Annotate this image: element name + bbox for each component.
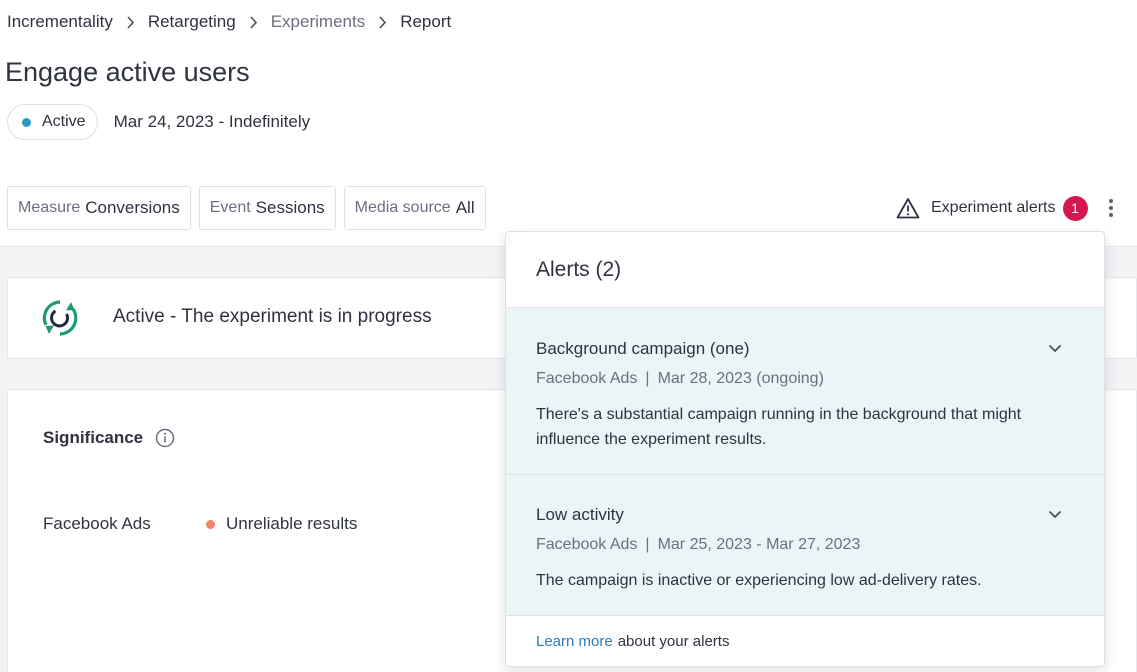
filter-key: Measure xyxy=(18,199,81,216)
status-state: Active - xyxy=(113,306,177,327)
chevron-right-icon xyxy=(249,15,258,29)
filter-key: Event xyxy=(209,199,251,216)
alerts-panel: Alerts (2) Background campaign (one) Fac… xyxy=(505,231,1105,667)
alert-date: Mar 28, 2023 (ongoing) xyxy=(657,370,824,387)
alerts-panel-footer: Learn more about your alerts xyxy=(506,616,1104,666)
breadcrumb-retargeting[interactable]: Retargeting xyxy=(148,12,236,32)
alert-title: Low activity xyxy=(536,505,624,524)
alerts-label: Experiment alerts xyxy=(931,199,1056,216)
more-options-icon[interactable] xyxy=(1102,196,1120,220)
significance-label: Significance xyxy=(43,428,144,447)
breadcrumb: Incrementality Retargeting Experiments R… xyxy=(7,10,451,34)
footer-text: about your alerts xyxy=(617,632,730,650)
chevron-right-icon xyxy=(378,15,387,29)
alert-item[interactable]: Background campaign (one) Facebook Ads | M… xyxy=(506,308,1104,475)
significance-source: Facebook Ads xyxy=(43,514,151,533)
experiment-alerts-button[interactable]: Experiment alerts 1 xyxy=(896,194,1088,222)
alert-title: Background campaign (one) xyxy=(536,339,750,358)
experiment-status-text: Active - The experiment is in progress xyxy=(113,306,432,328)
chevron-down-icon[interactable] xyxy=(1048,510,1062,519)
status-label: Active xyxy=(42,113,86,130)
chevron-down-icon[interactable] xyxy=(1048,344,1062,353)
filter-value: All xyxy=(455,198,475,217)
status-row: Active Mar 24, 2023 - Indefinitely xyxy=(7,104,310,140)
result-dot xyxy=(206,519,215,529)
alert-meta: Facebook Ads | Mar 25, 2023 - Mar 27, 2023 xyxy=(536,536,861,553)
status-badge: Active xyxy=(7,104,98,140)
alert-date: Mar 25, 2023 - Mar 27, 2023 xyxy=(657,536,861,553)
breadcrumb-incrementality[interactable]: Incrementality xyxy=(7,12,113,32)
date-range: Mar 24, 2023 - Indefinitely xyxy=(113,112,311,131)
filter-event[interactable]: Event Sessions xyxy=(198,186,336,230)
filter-bar: Measure Conversions Event Sessions Media… xyxy=(7,186,494,230)
alert-description: The campaign is inactive or experiencing… xyxy=(536,572,982,589)
chevron-right-icon xyxy=(126,15,135,29)
info-icon[interactable] xyxy=(155,428,175,448)
significance-title: Significance xyxy=(43,428,175,448)
filter-value: Conversions xyxy=(85,198,180,217)
result-label: Unreliable results xyxy=(226,514,358,533)
status-dot xyxy=(22,117,31,127)
status-description: The experiment is in progress xyxy=(181,306,432,327)
alert-source: Facebook Ads xyxy=(536,536,638,553)
significance-result: Unreliable results xyxy=(206,514,357,534)
filter-measure[interactable]: Measure Conversions xyxy=(7,186,191,230)
filter-key: Media source xyxy=(354,199,451,216)
alerts-panel-title: Alerts (2) xyxy=(506,232,1104,308)
filter-value: Sessions xyxy=(255,198,325,217)
warning-triangle-icon xyxy=(896,198,920,219)
alerts-count-badge: 1 xyxy=(1062,195,1088,221)
filter-media-source[interactable]: Media source All xyxy=(343,186,486,230)
alert-description: There's a substantial campaign running i… xyxy=(536,406,1022,448)
alert-meta: Facebook Ads | Mar 28, 2023 (ongoing) xyxy=(536,370,824,387)
breadcrumb-experiments[interactable]: Experiments xyxy=(271,12,365,32)
breadcrumb-report: Report xyxy=(400,12,452,31)
alert-item[interactable]: Low activity Facebook Ads | Mar 25, 2023 -… xyxy=(506,475,1104,616)
page-title: Engage active users xyxy=(5,57,250,87)
learn-more-link[interactable]: Learn more xyxy=(536,633,613,650)
sync-icon xyxy=(42,300,78,336)
alert-source: Facebook Ads xyxy=(536,370,638,387)
